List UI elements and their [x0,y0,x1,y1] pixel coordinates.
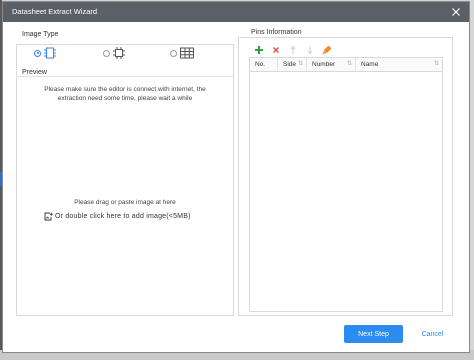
image-type-chip[interactable] [34,46,57,60]
chip-radio[interactable] [34,49,41,57]
table-icon [180,47,194,59]
component-radio[interactable] [103,49,110,57]
drop-hint: Please drag or paste image at here [74,199,176,206]
add-icon [255,46,263,54]
image-type-label: Image Type [22,31,59,38]
next-step-button[interactable]: Next Step [344,325,403,343]
dialog-title: Datasheet Extract Wizard [12,7,98,16]
image-type-component[interactable] [103,46,126,60]
notice-line-2: extraction need some time, please wait a… [57,95,193,102]
move-down-button[interactable] [304,44,316,56]
pins-label: Pins Information [249,29,304,36]
column-side[interactable]: Side ⇅ [278,58,307,71]
sort-icon: ⇅ [297,61,303,67]
close-button[interactable] [449,5,463,19]
clear-pins-button[interactable] [321,44,333,56]
sort-icon: ⇅ [433,61,439,67]
move-down-icon [307,46,313,55]
image-type-table[interactable] [170,46,195,60]
delete-pin-button[interactable] [270,44,282,56]
sort-icon: ⇅ [346,61,352,67]
delete-icon [273,47,279,53]
preview-drop-area[interactable]: Please make sure the editor is connect w… [17,76,233,315]
preview-label: Preview [22,69,49,76]
chip-icon [44,47,56,59]
pins-table[interactable]: No. Side ⇅ Number ⇅ Name ⇅ [249,57,443,312]
column-name[interactable]: Name ⇅ [356,58,442,71]
close-icon [452,8,460,16]
column-no[interactable]: No. [250,58,278,71]
column-number[interactable]: Number ⇅ [307,58,356,71]
add-pin-button[interactable] [253,44,265,56]
clear-icon [322,45,332,55]
move-up-button[interactable] [287,44,299,56]
title-bar: Datasheet Extract Wizard [3,2,469,22]
pins-table-header: No. Side ⇅ Number ⇅ Name ⇅ [250,58,442,72]
upload-hint[interactable]: Or double click here to add image(<5MB) [44,212,191,221]
table-radio[interactable] [170,49,177,57]
cancel-button[interactable]: Cancel [405,325,460,343]
upload-text: Or double click here to add image(<5MB) [55,213,191,220]
component-icon [113,47,125,59]
notice-line-1: Please make sure the editor is connect w… [44,86,206,93]
upload-image-icon [44,212,53,221]
connection-notice: Please make sure the editor is connect w… [17,85,233,103]
move-up-icon [290,45,296,54]
